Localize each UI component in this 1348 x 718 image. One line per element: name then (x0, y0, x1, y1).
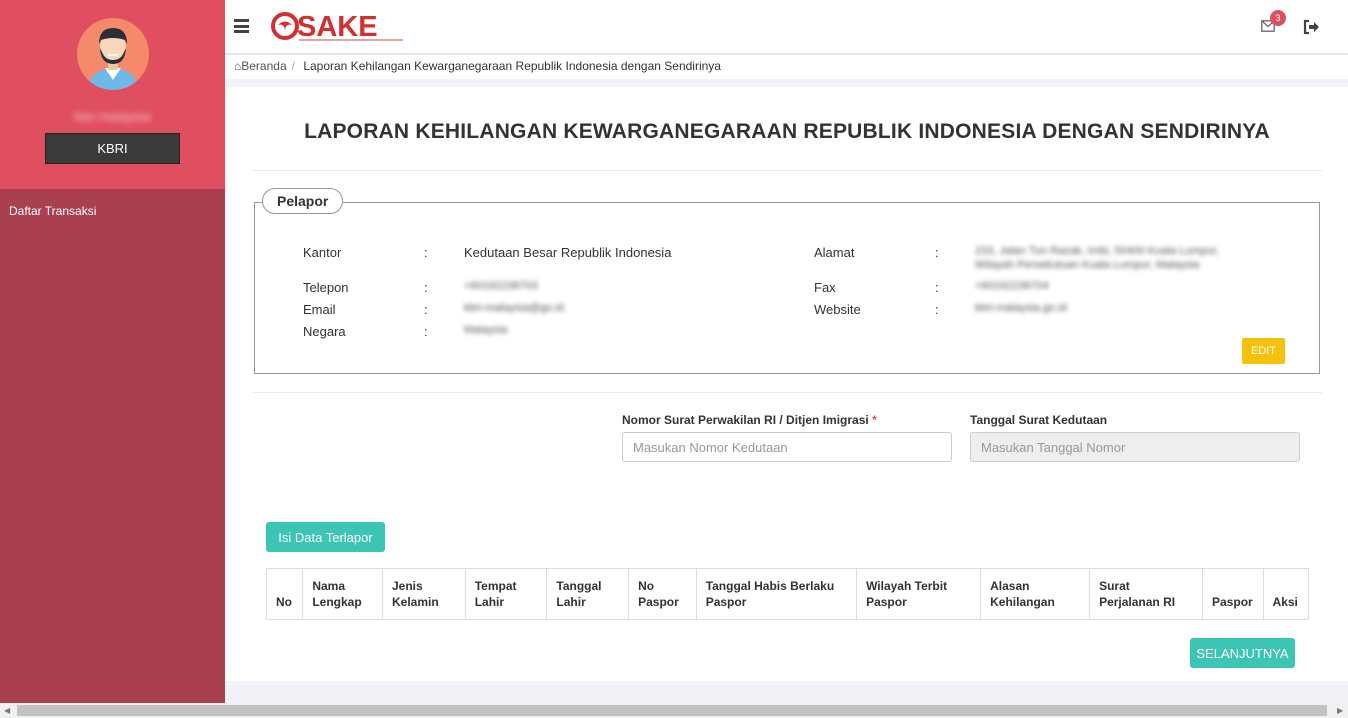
kantor-label: Kantor (303, 245, 342, 260)
colon: : (424, 245, 428, 260)
table-header-text: No (638, 579, 655, 593)
table-header-text: Tempat (474, 579, 517, 593)
table-header-text: Perjalanan RI (1099, 595, 1176, 609)
tanggal-surat-label: Tanggal Surat Kedutaan (970, 413, 1108, 427)
tanggal-surat-input[interactable]: Masukan Tanggal Nomor (970, 432, 1300, 462)
kantor-value: Kedutaan Besar Republik Indonesia (464, 245, 672, 260)
alamat-value-line1: 233, Jalan Tun Razak, Imbi, 50400 Kuala … (975, 245, 1219, 257)
terlapor-table: No Nama Lengkap Jenis Kelamin Tempat Lahir Tang… (265, 568, 1310, 620)
selanjutnya-button[interactable]: SELANJUTNYA (1190, 638, 1295, 668)
table-header-text: Kehilangan (990, 595, 1055, 609)
table-header-text: Lahir (474, 595, 505, 609)
table-header-text: Aksi (1272, 595, 1298, 609)
edit-button[interactable]: EDIT (1242, 338, 1285, 364)
nomor-surat-label: Nomor Surat Perwakilan RI / Ditjen Imigr… (622, 413, 877, 427)
alamat-value-line2: Wilayah Persekutuan Kuala Lumpur, Malays… (975, 259, 1200, 271)
logout-icon[interactable] (1303, 19, 1321, 35)
table-header-text: Tanggal Habis Berlaku (705, 579, 835, 593)
main-card: LAPORAN KEHILANGAN KEWARGANEGARAAN REPUB… (226, 87, 1348, 681)
colon: : (424, 302, 428, 317)
table-header-text: Alasan (990, 579, 1030, 593)
table-header-text: Lengkap (312, 595, 362, 609)
email-value: kbri-malaysia@go.id (464, 302, 564, 314)
table-header-text: Nama (312, 579, 345, 593)
svg-text:SAKE: SAKE (297, 11, 378, 43)
table-header-cell: Tanggal Habis Berlaku Paspor (695, 568, 858, 620)
fax-value: +60192238704 (975, 280, 1049, 292)
website-value: kbri-malaysia.go.id (975, 302, 1067, 314)
telepon-value: +60192238703 (464, 280, 538, 292)
table-header-cell: Surat Perjalanan RI (1089, 568, 1204, 620)
username: kbri malaysia (74, 109, 151, 124)
breadcrumb-home[interactable]: ⌂Beranda (234, 59, 287, 73)
divider (252, 392, 1322, 393)
nomor-surat-input[interactable]: Masukan Nomor Kedutaan (622, 432, 952, 462)
telepon-label: Telepon (303, 280, 349, 295)
table-header-cell: Tanggal Lahir (546, 568, 630, 620)
colon: : (424, 324, 428, 339)
scroll-right-icon[interactable]: ▶ (1337, 706, 1343, 715)
sidebar-item-daftar-transaksi[interactable]: Daftar Transaksi (9, 204, 96, 218)
table-header-row: No Nama Lengkap Jenis Kelamin Tempat Lahir Tang… (265, 568, 1310, 620)
horizontal-scrollbar[interactable]: ◀ ▶ (0, 703, 1348, 718)
colon: : (424, 280, 428, 295)
user-avatar-icon (77, 18, 149, 90)
colon: : (935, 245, 939, 260)
breadcrumb-current: Laporan Kehilangan Kewarganegaraan Repub… (303, 59, 721, 73)
divider (252, 170, 1322, 171)
table-header-cell: Aksi (1262, 568, 1310, 620)
hamburger-menu-icon[interactable] (234, 19, 249, 33)
table-header-text: Jenis (392, 579, 423, 593)
scrollbar-thumb[interactable] (17, 705, 1327, 716)
table-header-cell: Alasan Kehilangan (980, 568, 1091, 620)
table-header-text: Paspor (866, 595, 907, 609)
table-header-text: Lahir (556, 595, 586, 609)
negara-label: Negara (303, 324, 346, 339)
isi-data-terlapor-button[interactable]: Isi Data Terlapor (266, 522, 385, 552)
table-header-text: Wilayah Terbit (866, 579, 948, 593)
scroll-left-icon[interactable]: ◀ (4, 706, 10, 715)
fax-label: Fax (814, 280, 836, 295)
negara-value: Malaysia (464, 324, 508, 336)
table-header-text: Paspor (638, 595, 679, 609)
table-header-text: No (276, 595, 292, 609)
role-button[interactable]: KBRI (45, 133, 180, 164)
sake-logo: SAKE (269, 10, 407, 44)
table-header-cell: Tempat Lahir (464, 568, 548, 620)
colon: : (935, 280, 939, 295)
table-header-cell: Jenis Kelamin (382, 568, 466, 620)
table-header-cell: Nama Lengkap (302, 568, 383, 620)
table-header-cell: Paspor (1202, 568, 1264, 620)
sidebar-profile: kbri malaysia KBRI (0, 0, 225, 189)
table-header-cell: No (265, 568, 304, 620)
pelapor-legend: Pelapor (262, 188, 344, 214)
table-header-text: Surat (1099, 579, 1130, 593)
colon: : (935, 302, 939, 317)
pelapor-fieldset (254, 202, 1320, 374)
required-mark: * (872, 413, 877, 427)
table-header-text: Kelamin (392, 595, 439, 609)
table-header-text: Paspor (705, 595, 747, 609)
page-title: LAPORAN KEHILANGAN KEWARGANEGARAAN REPUB… (304, 120, 1270, 143)
notification-badge[interactable]: 3 (1270, 10, 1286, 26)
top-header: SAKE 3 (225, 0, 1348, 54)
sidebar: kbri malaysia KBRI Daftar Transaksi (0, 0, 225, 703)
website-label: Website (814, 302, 861, 317)
email-label: Email (303, 302, 336, 317)
table-header-cell: No Paspor (628, 568, 697, 620)
table-header-cell: Wilayah Terbit Paspor (856, 568, 982, 620)
table-header-text: Paspor (1212, 595, 1253, 609)
alamat-label: Alamat (814, 245, 855, 260)
breadcrumb: ⌂Beranda / Laporan Kehilangan Kewarganega… (225, 55, 1348, 79)
table-header-text: Tanggal (556, 579, 602, 593)
